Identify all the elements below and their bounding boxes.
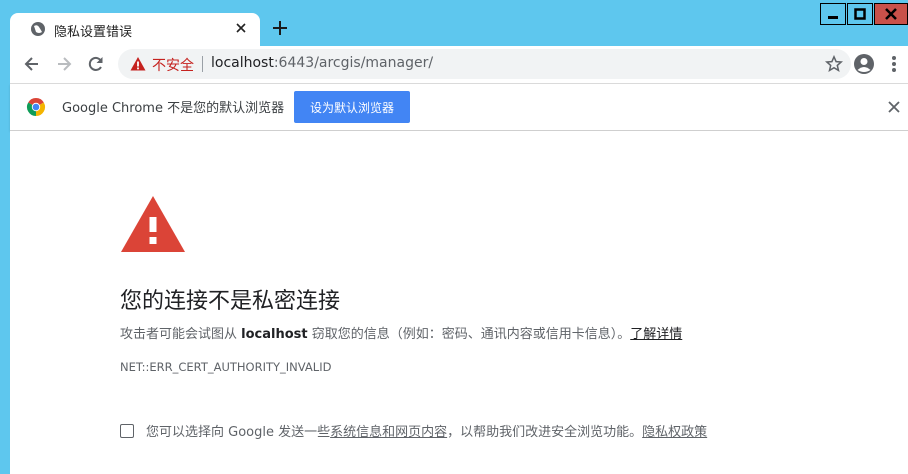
- star-icon[interactable]: [825, 55, 843, 73]
- window-close-button[interactable]: [874, 3, 908, 25]
- default-browser-infobar: Google Chrome 不是您的默认浏览器 设为默认浏览器: [10, 84, 908, 131]
- page-title: 您的连接不是私密连接: [120, 289, 341, 314]
- interstitial-page: 您的连接不是私密连接 攻击者可能会试图从 localhost 窃取您的信息（例如…: [10, 131, 908, 474]
- learn-more-link[interactable]: 了解详情: [630, 327, 682, 342]
- error-code: NET::ERR_CERT_AUTHORITY_INVALID: [120, 360, 332, 374]
- warning-icon: [121, 196, 185, 252]
- forward-icon[interactable]: [54, 54, 74, 74]
- plus-icon[interactable]: [270, 18, 290, 38]
- address-bar[interactable]: 不安全 localhost:6443/arcgis/manager/: [118, 49, 851, 79]
- security-status[interactable]: 不安全: [152, 55, 194, 75]
- globe-icon: [31, 22, 45, 36]
- minimize-icon: [828, 16, 838, 19]
- divider: [202, 56, 203, 72]
- chrome-logo-icon: [26, 98, 46, 116]
- close-icon[interactable]: [234, 21, 248, 35]
- optin-text-2: ，以帮助我们改进安全浏览功能。: [447, 425, 643, 440]
- window-border: [0, 0, 10, 474]
- tab-active[interactable]: 隐私设置错误: [10, 13, 260, 46]
- optin-text: 您可以选择向 Google 发送一些: [146, 425, 331, 440]
- minimize-button[interactable]: [820, 3, 846, 25]
- desc-text: 攻击者可能会试图从: [120, 327, 242, 342]
- menu-icon[interactable]: [890, 54, 898, 74]
- maximize-icon: [854, 8, 866, 20]
- set-default-browser-button[interactable]: 设为默认浏览器: [294, 91, 410, 123]
- url-path: :6443/arcgis/manager/: [273, 55, 434, 71]
- browser-toolbar: 不安全 localhost:6443/arcgis/manager/: [10, 46, 908, 84]
- infobar-message: Google Chrome 不是您的默认浏览器: [62, 101, 285, 116]
- reload-icon[interactable]: [86, 54, 106, 74]
- warning-icon[interactable]: [130, 56, 146, 72]
- tab-title: 隐私设置错误: [54, 25, 133, 40]
- url-host: localhost: [211, 55, 274, 71]
- system-info-link[interactable]: 系统信息和网页内容: [330, 421, 447, 440]
- warning-description: 攻击者可能会试图从 localhost 窃取您的信息（例如：密码、通讯内容或信用…: [120, 323, 682, 342]
- maximize-button[interactable]: [847, 3, 873, 25]
- desc-host: localhost: [241, 327, 308, 342]
- account-icon[interactable]: [853, 53, 875, 75]
- desc-text-2: 窃取您的信息（例如：密码、通讯内容或信用卡信息）。: [307, 327, 631, 342]
- safe-browsing-optin: 您可以选择向 Google 发送一些 系统信息和网页内容 ，以帮助我们改进安全浏览功…: [120, 421, 707, 440]
- back-icon[interactable]: [22, 54, 42, 74]
- close-icon[interactable]: [887, 100, 901, 114]
- privacy-policy-link[interactable]: 隐私权政策: [642, 421, 707, 440]
- optin-checkbox[interactable]: [120, 423, 134, 438]
- url-text[interactable]: localhost:6443/arcgis/manager/: [211, 55, 433, 71]
- window-close-icon: [885, 8, 897, 20]
